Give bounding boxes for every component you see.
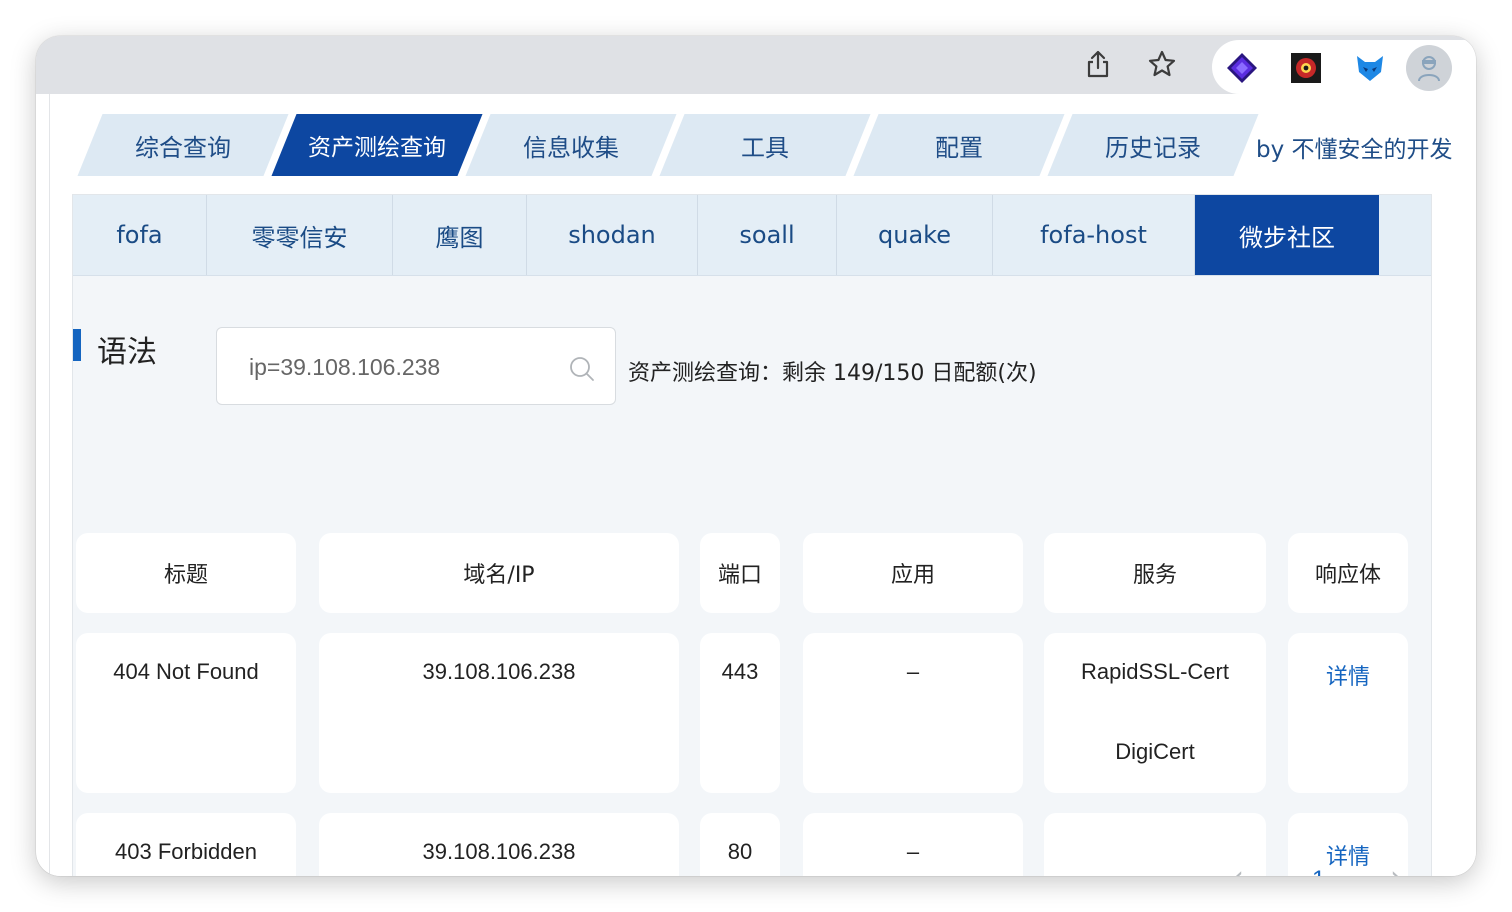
extensions-area [1212,40,1476,94]
tab-history[interactable]: 历史记录 [1047,114,1259,176]
pagination-current-page[interactable]: 1 [1312,866,1325,876]
source-tab-soall[interactable]: soall [698,195,837,275]
browser-window: 综合查询 资产测绘查询 信息收集 工具 配置 历史记录 by 不懂安全的开发 f… [36,36,1476,876]
query-input[interactable] [247,348,551,386]
table-row-1-service: RapidSSL-Cert DigiCert [1044,633,1266,793]
blue-fox-extension-icon[interactable] [1352,50,1388,86]
table-row-1-body: 详情 [1288,633,1408,793]
table-row-2-title: 403 Forbidden [76,813,296,876]
table-row-2-app: – [803,813,1023,876]
tab-config[interactable]: 配置 [853,114,1065,176]
table-row-1-title: 404 Not Found [76,633,296,793]
tab-tools[interactable]: 工具 [659,114,871,176]
table-row-2-port: 80 [700,813,780,876]
browser-toolbar [36,36,1476,94]
query-search-box [216,327,616,405]
source-tab-hunter[interactable]: 鹰图 [393,195,527,275]
section-marker [73,329,81,361]
table-row-1-app: – [803,633,1023,793]
header-app: 应用 [803,533,1023,613]
bookmark-star-icon[interactable] [1144,46,1180,82]
extension-popup: 综合查询 资产测绘查询 信息收集 工具 配置 历史记录 by 不懂安全的开发 f… [50,94,1476,876]
purple-layers-extension-icon[interactable] [1224,50,1260,86]
tab-comprehensive-query[interactable]: 综合查询 [77,114,289,176]
syntax-label: 语法 [97,335,157,370]
source-tab-fofa-host[interactable]: fofa-host [993,195,1195,275]
table-row-2-host: 39.108.106.238 [319,813,679,876]
header-host: 域名/IP [319,533,679,613]
header-title: 标题 [76,533,296,613]
tab-asset-mapping-query[interactable]: 资产测绘查询 [271,114,483,176]
share-icon[interactable] [1080,46,1116,82]
query-panel: fofa 零零信安 鹰图 shodan soall quake fofa-hos… [72,194,1432,876]
source-tab-0zero[interactable]: 零零信安 [207,195,393,275]
source-tab-shodan[interactable]: shodan [527,195,698,275]
header-service: 服务 [1044,533,1266,613]
author-byline: by 不懂安全的开发 [1256,137,1453,163]
tab-info-collection[interactable]: 信息收集 [465,114,677,176]
source-tab-threatbook[interactable]: 微步社区 [1195,195,1379,275]
table-row-1-port: 443 [700,633,780,793]
source-tabs: fofa 零零信安 鹰图 shodan soall quake fofa-hos… [73,195,1431,276]
details-link[interactable]: 详情 [1288,659,1408,691]
pagination-next-button[interactable]: › [1390,860,1402,876]
pagination-prev-button[interactable]: ‹ [1232,860,1244,876]
main-tabs: 综合查询 资产测绘查询 信息收集 工具 配置 历史记录 by 不懂安全的开发 [50,94,1476,194]
header-port: 端口 [700,533,780,613]
quota-text: 资产测绘查询：剩余 149/150 日配额(次) [628,361,1037,386]
source-tab-quake[interactable]: quake [837,195,993,275]
profile-avatar-icon[interactable] [1406,45,1452,91]
source-tab-fofa[interactable]: fofa [73,195,207,275]
header-response-body: 响应体 [1288,533,1408,613]
red-badge-extension-icon[interactable] [1288,50,1324,86]
table-row-1-host: 39.108.106.238 [319,633,679,793]
search-icon[interactable] [567,354,597,384]
